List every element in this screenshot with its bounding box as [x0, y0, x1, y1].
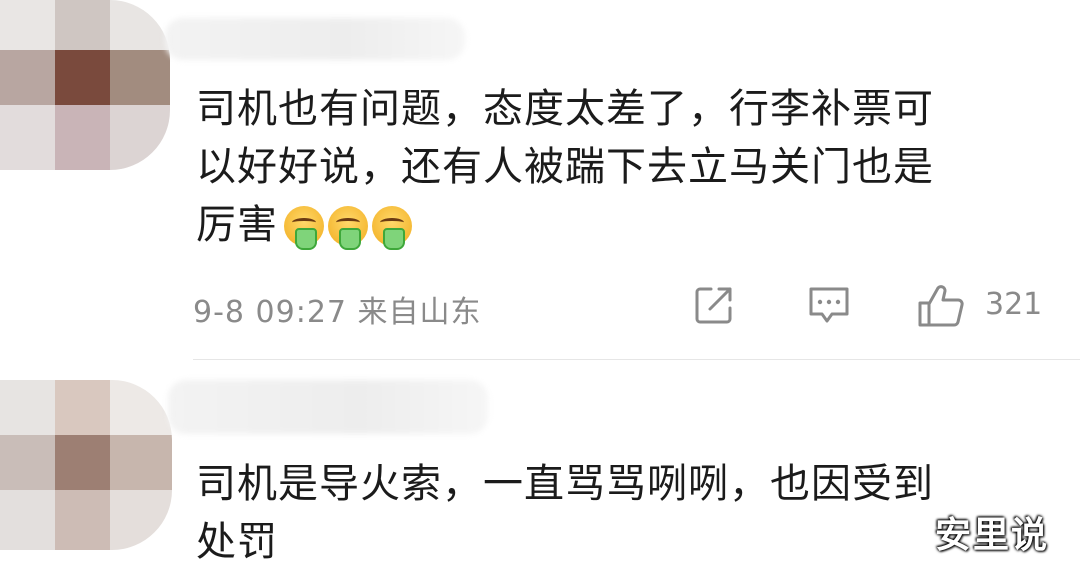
comment-line: 以好好说，还有人被踹下去立马关门也是	[196, 144, 934, 190]
comment-item: 司机也有问题，态度太差了，行李补票可 以好好说，还有人被踹下去立马关门也是 厉害…	[0, 0, 1080, 360]
comment-item: 司机是导火索，一直骂骂咧咧，也因受到 处罚	[0, 362, 1080, 572]
comment-bubble-icon[interactable]	[807, 284, 851, 326]
share-edit-icon[interactable]	[693, 284, 735, 326]
emoji-group	[284, 204, 416, 262]
avatar[interactable]	[0, 0, 170, 170]
location: 来自山东	[357, 295, 482, 330]
vomit-emoji-icon	[284, 206, 324, 250]
thumbs-up-icon[interactable]	[917, 284, 965, 328]
vomit-emoji-icon	[372, 206, 412, 250]
comment-line: 司机也有问题，态度太差了，行李补票可	[196, 86, 934, 132]
vomit-emoji-icon	[328, 206, 368, 250]
avatar[interactable]	[0, 380, 172, 550]
watermark: 安里说	[935, 515, 1050, 556]
comment-text: 司机也有问题，态度太差了，行李补票可 以好好说，还有人被踹下去立马关门也是 厉害	[196, 80, 1036, 262]
comment-line-text: 厉害	[196, 202, 278, 248]
comment-line: 厉害	[196, 196, 1036, 262]
comment-line: 司机是导火索，一直骂骂咧咧，也因受到	[196, 461, 934, 507]
divider	[193, 359, 1080, 360]
comment-line: 处罚	[196, 519, 278, 565]
username[interactable]	[168, 380, 488, 434]
comment-meta: 9-8 09:27 来自山东	[193, 287, 482, 331]
timestamp: 9-8 09:27	[193, 295, 347, 330]
username[interactable]	[165, 18, 465, 60]
comment-text: 司机是导火索，一直骂骂咧咧，也因受到 处罚	[196, 455, 1036, 571]
like-count: 321	[985, 287, 1043, 322]
